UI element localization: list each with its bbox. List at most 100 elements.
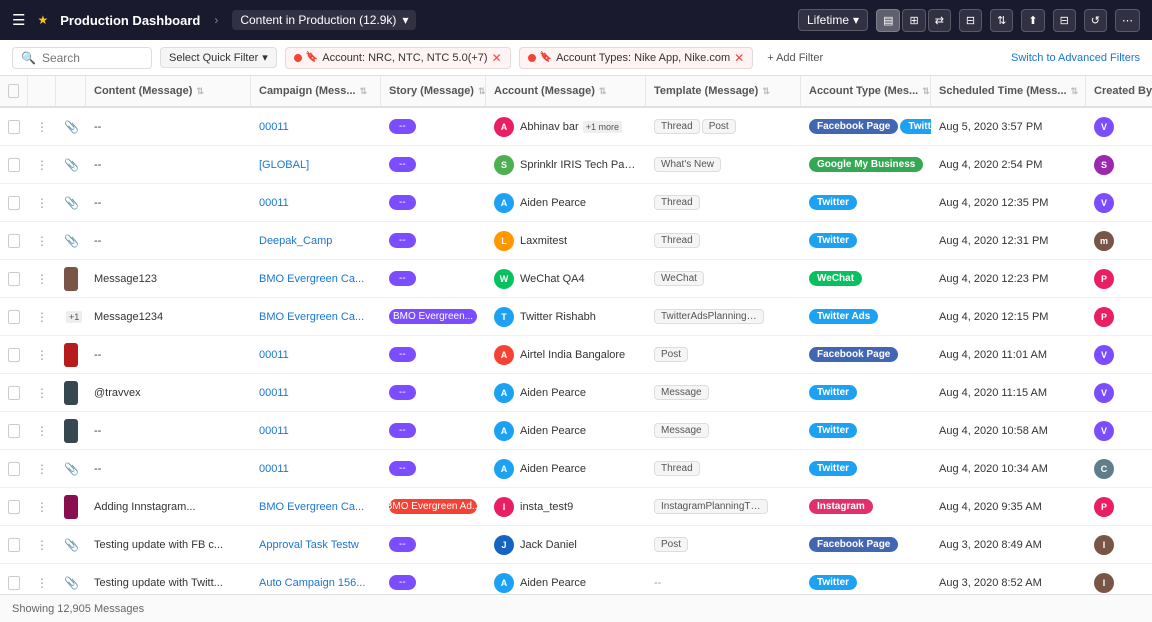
- campaign-link[interactable]: Approval Task Testw: [259, 539, 359, 551]
- row-checkbox[interactable]: [8, 500, 20, 514]
- more-icon[interactable]: ⋮: [36, 424, 48, 438]
- col-account-header[interactable]: Account (Message) ⇅: [486, 76, 646, 106]
- more-icon[interactable]: ⋮: [36, 120, 48, 134]
- table-header: Content (Message) ⇅ Campaign (Mess... ⇅ …: [0, 76, 1152, 108]
- content-breadcrumb[interactable]: Content in Production (12.9k) ▾: [232, 10, 416, 30]
- sort-icon: ⇅: [599, 86, 607, 97]
- sort-icon: ⇅: [922, 86, 930, 97]
- row-checkbox-cell: [0, 184, 28, 221]
- campaign-link[interactable]: [GLOBAL]: [259, 159, 309, 171]
- campaign-link[interactable]: 00011: [259, 349, 289, 361]
- row-actions-cell: ⋮: [28, 412, 56, 449]
- campaign-link[interactable]: 00011: [259, 121, 289, 133]
- row-checkbox[interactable]: [8, 196, 20, 210]
- row-checkbox[interactable]: [8, 424, 20, 438]
- campaign-link[interactable]: 00011: [259, 463, 289, 475]
- more-icon[interactable]: ⋮: [36, 386, 48, 400]
- creator-avatar: V: [1094, 383, 1114, 403]
- content-text: @travvex: [94, 387, 141, 399]
- row-checkbox[interactable]: [8, 120, 20, 134]
- campaign-link[interactable]: BMO Evergreen Ca...: [259, 501, 364, 513]
- col-content-header[interactable]: Content (Message) ⇅: [86, 76, 251, 106]
- columns-button[interactable]: ⊟: [1053, 9, 1076, 32]
- campaign-link[interactable]: Deepak_Camp: [259, 235, 332, 247]
- pin-icon: 📎: [64, 538, 79, 552]
- row-content-cell: --: [86, 146, 251, 183]
- campaign-link[interactable]: BMO Evergreen Ca...: [259, 273, 364, 285]
- more-icon[interactable]: ⋮: [36, 576, 48, 590]
- account-type-tag: WeChat: [809, 271, 862, 286]
- col-template-header[interactable]: Template (Message) ⇅: [646, 76, 801, 106]
- chevron-down-icon: ▾: [853, 13, 859, 27]
- campaign-link[interactable]: 00011: [259, 197, 289, 209]
- row-checkbox[interactable]: [8, 462, 20, 476]
- campaign-link[interactable]: Auto Campaign 156...: [259, 577, 365, 589]
- row-checkbox[interactable]: [8, 348, 20, 362]
- account-filter-chip[interactable]: 🔖 Account: NRC, NTC, NTC 5.0(+7) ✕: [285, 47, 511, 69]
- more-icon[interactable]: ⋮: [36, 158, 48, 172]
- refresh-button[interactable]: ↺: [1084, 9, 1107, 32]
- advanced-filters-link[interactable]: Switch to Advanced Filters: [1011, 52, 1140, 64]
- export-button[interactable]: ⬆: [1021, 9, 1044, 32]
- lifetime-button[interactable]: Lifetime ▾: [798, 9, 868, 31]
- search-box[interactable]: 🔍: [12, 47, 152, 69]
- row-checkbox[interactable]: [8, 386, 20, 400]
- row-checkbox[interactable]: [8, 576, 20, 590]
- app-header: ☰ ★ Production Dashboard › Content in Pr…: [0, 0, 1152, 40]
- more-icon[interactable]: ⋮: [36, 538, 48, 552]
- col-created-header[interactable]: Created By: [1086, 76, 1152, 106]
- campaign-link[interactable]: BMO Evergreen Ca...: [259, 311, 364, 323]
- row-checkbox[interactable]: [8, 538, 20, 552]
- row-actype-cell: Twitter: [801, 222, 931, 259]
- more-options-button[interactable]: ⋯: [1115, 9, 1140, 32]
- row-story-cell: --: [381, 450, 486, 487]
- more-icon[interactable]: ⋮: [36, 196, 48, 210]
- col-story-header[interactable]: Story (Message) ⇅: [381, 76, 486, 106]
- story-pill: --: [389, 271, 416, 286]
- search-input[interactable]: [42, 51, 142, 65]
- col-actype-header[interactable]: Account Type (Mes... ⇅: [801, 76, 931, 106]
- more-icon[interactable]: ⋮: [36, 310, 48, 324]
- scheduled-time: Aug 4, 2020 11:15 AM: [939, 387, 1047, 399]
- more-icon[interactable]: ⋮: [36, 272, 48, 286]
- row-checkbox[interactable]: [8, 272, 20, 286]
- col-actions-header: [28, 76, 56, 106]
- remove-account-filter-button[interactable]: ✕: [492, 51, 502, 65]
- col-thumb-header: [56, 76, 86, 106]
- row-template-cell: WeChat: [646, 260, 801, 297]
- hamburger-icon[interactable]: ☰: [12, 11, 25, 29]
- row-created-cell: C: [1086, 450, 1152, 487]
- list-view-button[interactable]: ▤: [876, 9, 900, 32]
- account-type-tag: Twitter: [809, 195, 857, 210]
- expand-button[interactable]: ⊟: [959, 9, 982, 32]
- account-name: insta_test9: [520, 501, 573, 513]
- account-type-filter-chip[interactable]: 🔖 Account Types: Nike App, Nike.com ✕: [519, 47, 754, 69]
- account-avatar: A: [494, 383, 514, 403]
- row-sched-cell: Aug 4, 2020 10:34 AM: [931, 450, 1086, 487]
- sort-button[interactable]: ⇅: [990, 9, 1013, 32]
- compare-view-button[interactable]: ⇄: [928, 9, 951, 32]
- row-thumb-cell: 📎: [56, 146, 86, 183]
- more-icon[interactable]: ⋮: [36, 462, 48, 476]
- campaign-link[interactable]: 00011: [259, 387, 289, 399]
- col-sched-header[interactable]: Scheduled Time (Mess... ⇅: [931, 76, 1086, 106]
- quick-filter-chip[interactable]: Select Quick Filter ▾: [160, 47, 277, 68]
- remove-account-type-filter-button[interactable]: ✕: [734, 51, 744, 65]
- col-campaign-header[interactable]: Campaign (Mess... ⇅: [251, 76, 381, 106]
- row-account-cell: Iinsta_test9: [486, 488, 646, 525]
- add-filter-button[interactable]: + Add Filter: [761, 49, 829, 67]
- more-icon[interactable]: ⋮: [36, 500, 48, 514]
- select-all-checkbox[interactable]: [8, 84, 19, 98]
- content-text: --: [94, 159, 101, 171]
- more-icon[interactable]: ⋮: [36, 234, 48, 248]
- content-text: --: [94, 197, 101, 209]
- row-content-cell: Message123: [86, 260, 251, 297]
- campaign-link[interactable]: 00011: [259, 425, 289, 437]
- row-checkbox[interactable]: [8, 310, 20, 324]
- row-story-cell: --: [381, 222, 486, 259]
- row-account-cell: WWeChat QA4: [486, 260, 646, 297]
- row-checkbox[interactable]: [8, 234, 20, 248]
- more-icon[interactable]: ⋮: [36, 348, 48, 362]
- grid-view-button[interactable]: ⊞: [902, 9, 925, 32]
- row-checkbox[interactable]: [8, 158, 20, 172]
